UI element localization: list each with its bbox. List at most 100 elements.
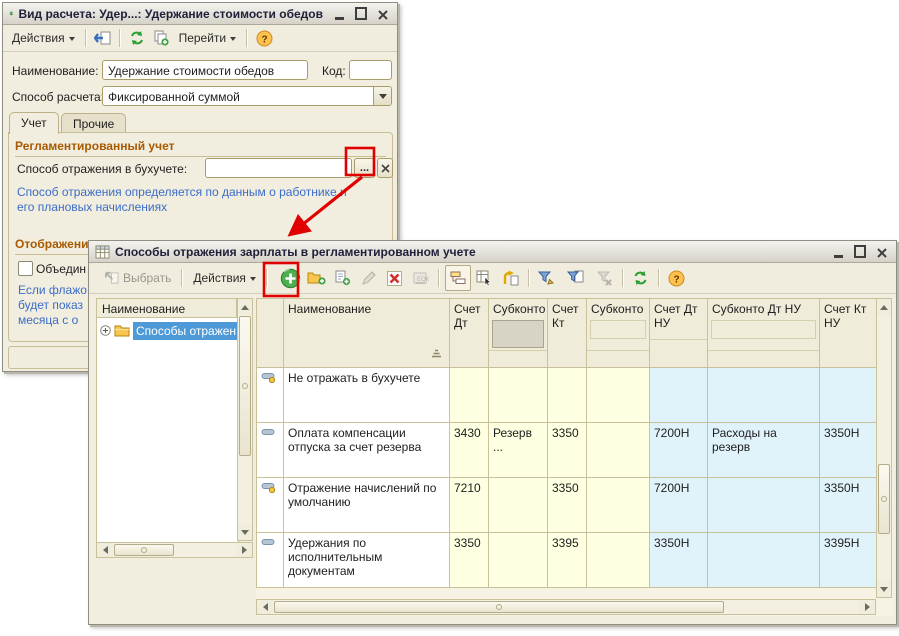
scroll-right-icon[interactable] xyxy=(859,600,875,614)
expand-icon[interactable] xyxy=(100,325,111,336)
refresh-button[interactable] xyxy=(629,266,653,290)
table-row[interactable]: Оплата компенсации отпуска за счет резер… xyxy=(257,423,877,478)
tree-horizontal-scrollbar[interactable] xyxy=(96,542,253,558)
scroll-thumb[interactable] xyxy=(239,316,251,456)
actions-menu-button[interactable]: Действия xyxy=(7,29,80,47)
code-label: Код: xyxy=(322,64,346,78)
reflection-choose-button[interactable]: ... xyxy=(354,158,375,178)
table-vertical-scrollbar[interactable] xyxy=(876,298,892,598)
scroll-left-icon[interactable] xyxy=(97,543,113,557)
add-icon xyxy=(280,268,301,289)
combine-checkbox-label: Объедин xyxy=(36,262,86,276)
row-icon-cell[interactable] xyxy=(257,423,284,478)
copy-icon xyxy=(334,270,351,286)
scroll-left-icon[interactable] xyxy=(257,600,273,614)
move-to-group-button[interactable] xyxy=(499,266,523,290)
column-schet-kt-nu[interactable]: Счет Кт НУ xyxy=(820,299,877,368)
move-arrow-icon xyxy=(502,270,519,286)
column-schet-kt[interactable]: Счет Кт xyxy=(548,299,587,368)
column-subkonto-dt[interactable]: Субконто xyxy=(489,299,548,368)
reflection-hint: Способ отражения определяется по данным … xyxy=(17,185,355,215)
add-group-button[interactable] xyxy=(305,266,329,290)
copy-item-icon[interactable] xyxy=(150,27,172,49)
help-button[interactable]: ? xyxy=(665,266,689,290)
scroll-right-icon[interactable] xyxy=(236,543,252,557)
tree-item-root[interactable]: Способы отражен xyxy=(100,321,237,340)
maximize-icon[interactable] xyxy=(854,246,866,258)
maximize-icon[interactable] xyxy=(355,8,367,20)
scroll-up-icon[interactable] xyxy=(238,299,252,315)
minimize-icon[interactable] xyxy=(832,246,844,258)
name-input[interactable]: Удержание стоимости обедов xyxy=(102,60,308,80)
code-input[interactable] xyxy=(349,60,392,80)
calc-type-titlebar[interactable]: Вид расчета: Удер...: Удержание стоимост… xyxy=(3,3,397,25)
row-icon-cell[interactable] xyxy=(257,368,284,423)
tab-uchet[interactable]: Учет xyxy=(9,112,59,134)
tree-column-header[interactable]: Наименование xyxy=(96,298,237,318)
combine-checkbox[interactable] xyxy=(18,261,33,276)
column-schet-dt[interactable]: Счет Дт xyxy=(450,299,489,368)
scroll-down-icon[interactable] xyxy=(238,524,252,540)
close-icon[interactable] xyxy=(377,8,389,20)
scroll-thumb[interactable] xyxy=(114,544,174,556)
chevron-down-icon[interactable] xyxy=(373,87,391,105)
hierarchy-icon xyxy=(450,270,466,286)
clear-filter-icon xyxy=(596,270,613,286)
goto-menu-button[interactable]: Перейти xyxy=(174,29,242,47)
filter-sort-button[interactable] xyxy=(535,266,559,290)
regulated-accounting-header: Регламентированный учет xyxy=(15,139,386,157)
column-row-icon[interactable] xyxy=(257,299,284,368)
item-icon xyxy=(261,426,276,438)
reflection-method-label: Способ отражения в бухучете: xyxy=(17,162,187,176)
row-icon-cell[interactable] xyxy=(257,533,284,588)
groups-tree: Способы отражен xyxy=(96,317,239,543)
hierarchy-view-button[interactable] xyxy=(445,265,471,291)
column-name[interactable]: Наименование xyxy=(284,299,450,368)
scroll-thumb[interactable] xyxy=(274,601,724,613)
table-horizontal-scrollbar[interactable] xyxy=(256,599,876,615)
close-icon[interactable] xyxy=(876,246,888,258)
filter-by-value-button[interactable] xyxy=(561,266,591,290)
select-button[interactable]: Выбрать xyxy=(99,269,176,287)
scroll-up-icon[interactable] xyxy=(877,299,891,315)
tree-vertical-scrollbar[interactable] xyxy=(237,298,253,541)
help-icon[interactable]: ? xyxy=(253,27,275,49)
copy-item-button[interactable] xyxy=(331,266,355,290)
reread-icon[interactable] xyxy=(126,27,148,49)
calc-method-label: Способ расчета: xyxy=(12,90,104,104)
reflection-methods-titlebar[interactable]: Способы отражения зарплаты в регламентир… xyxy=(89,241,896,263)
table-row[interactable]: Отражение начислений по умолчанию 7210 3… xyxy=(257,478,877,533)
scroll-down-icon[interactable] xyxy=(877,581,891,597)
reflection-methods-table: Наименование Счет Дт Субконто Счет Кт Су… xyxy=(256,298,877,588)
window-title: Способы отражения зарплаты в регламентир… xyxy=(115,245,476,259)
edit-item-button[interactable] xyxy=(357,266,381,290)
minimize-icon[interactable] xyxy=(333,8,345,20)
calc-method-select[interactable]: Фиксированной суммой xyxy=(102,86,392,106)
add-item-button[interactable] xyxy=(279,266,303,290)
reports-hint-line1: Если флажо xyxy=(18,283,87,298)
table-row[interactable]: Удержания по исполнительным документам 3… xyxy=(257,533,877,588)
column-subkonto-dt-nu[interactable]: Субконто Дт НУ xyxy=(708,299,820,368)
subkonto-slot xyxy=(711,320,816,339)
write-and-close-icon[interactable] xyxy=(92,27,114,49)
refresh-icon xyxy=(632,270,649,286)
tab-prochie[interactable]: Прочие xyxy=(61,113,126,133)
svg-text:ЕОК: ЕОК xyxy=(417,277,429,283)
select-icon xyxy=(104,271,119,285)
table-row[interactable]: Не отражать в бухучете xyxy=(257,368,877,423)
delete-item-button[interactable] xyxy=(383,266,407,290)
column-subkonto-kt[interactable]: Субконто xyxy=(587,299,650,368)
reflection-clear-icon[interactable] xyxy=(377,158,393,178)
scroll-thumb[interactable] xyxy=(878,464,890,534)
row-icon-cell[interactable] xyxy=(257,478,284,533)
delete-x-icon xyxy=(387,271,402,286)
actions-menu-button[interactable]: Действия xyxy=(188,269,261,287)
reports-hint-line2: будет показ xyxy=(18,298,83,313)
column-schet-dt-nu[interactable]: Счет Дт НУ xyxy=(650,299,708,368)
filter-settings-icon xyxy=(538,270,555,286)
reflection-method-input[interactable] xyxy=(205,158,352,178)
list-settings-button[interactable] xyxy=(473,266,497,290)
deletion-mark-button[interactable]: ЕОК xyxy=(409,266,433,290)
clear-filter-button[interactable] xyxy=(593,266,617,290)
predefined-item-icon xyxy=(261,481,276,493)
